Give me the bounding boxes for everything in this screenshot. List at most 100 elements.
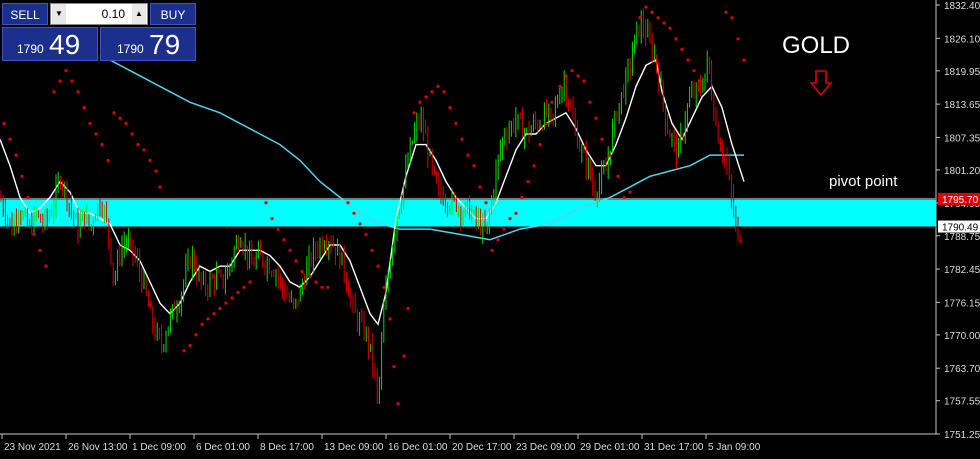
y-tick-label: 1819.95 — [944, 67, 980, 78]
lot-increase-icon[interactable]: ▲ — [132, 4, 146, 24]
sar-dot — [326, 285, 330, 289]
y-tick-label: 1763.70 — [944, 364, 980, 375]
sar-dot — [20, 174, 24, 178]
x-tick-label: 8 Dec 17:00 — [260, 442, 314, 453]
sar-dot — [544, 121, 548, 126]
sar-dot — [650, 10, 654, 15]
down-arrow-icon — [810, 70, 832, 96]
buy-button[interactable]: BUY — [150, 3, 196, 25]
bid-price-pips: 49 — [49, 29, 81, 60]
chart-background — [0, 0, 980, 459]
ask-price-button[interactable]: 1790 79 — [100, 27, 196, 61]
sar-dot — [484, 201, 488, 205]
lot-decrease-icon[interactable]: ▼ — [52, 4, 66, 24]
sar-dot — [628, 190, 632, 194]
pivot-point-label: pivot point — [829, 173, 898, 190]
sar-dot — [424, 95, 428, 99]
sar-dot — [644, 5, 648, 9]
sar-dot — [2, 121, 6, 126]
sar-dot — [300, 269, 304, 274]
y-tick-label: 1776.15 — [944, 298, 980, 309]
sar-dot — [64, 68, 68, 73]
x-tick-label: 20 Dec 17:00 — [452, 442, 512, 453]
sar-dot — [564, 74, 568, 78]
sar-dot — [182, 349, 186, 353]
x-tick-label: 6 Dec 01:00 — [196, 442, 250, 453]
sar-dot — [14, 153, 18, 157]
x-tick-label: 1 Dec 09:00 — [132, 442, 186, 453]
sar-dot — [402, 354, 406, 358]
sar-dot — [600, 137, 604, 141]
sar-dot — [594, 116, 598, 120]
sar-dot — [478, 185, 482, 189]
sar-dot — [466, 153, 470, 157]
sar-dot — [442, 90, 446, 94]
sar-dot — [550, 100, 554, 104]
bid-price-button[interactable]: 1790 49 — [2, 27, 98, 61]
chart-area[interactable] — [0, 0, 980, 459]
sar-dot — [430, 90, 434, 94]
lot-size-input[interactable] — [67, 5, 129, 23]
sar-dot — [638, 16, 642, 20]
sar-dot — [308, 275, 312, 279]
sar-dot — [622, 195, 626, 200]
sar-dot — [370, 248, 374, 252]
sar-dot — [52, 90, 56, 94]
sar-dot — [294, 259, 298, 263]
sar-dot — [26, 195, 30, 200]
sar-dot — [608, 153, 612, 157]
sar-dot — [364, 232, 368, 237]
sar-dot — [124, 121, 128, 126]
sar-dot — [520, 195, 524, 200]
sar-dot — [8, 137, 12, 141]
sar-dot — [472, 164, 476, 168]
sar-dot — [412, 111, 416, 115]
sar-dot — [496, 238, 500, 242]
sar-dot — [692, 68, 696, 73]
sar-dot — [118, 116, 122, 120]
sar-dot — [264, 201, 268, 205]
sar-dot — [32, 232, 36, 237]
x-tick-label: 29 Dec 01:00 — [580, 442, 640, 453]
sar-dot — [392, 364, 396, 369]
pivot-zone-band — [0, 197, 936, 227]
x-tick-label: 16 Dec 01:00 — [388, 442, 448, 453]
sar-dot — [242, 285, 246, 289]
sell-button[interactable]: SELL — [2, 3, 48, 25]
sar-dot — [188, 343, 192, 348]
x-tick-label: 5 Jan 09:00 — [708, 442, 761, 453]
sar-dot — [130, 132, 134, 136]
bid-price-prefix: 1790 — [17, 42, 44, 56]
sar-dot — [724, 10, 728, 15]
sar-dot — [588, 100, 592, 104]
pivot-zone-layer — [0, 197, 936, 227]
x-tick-label: 23 Nov 2021 — [4, 442, 61, 453]
sar-dot — [396, 402, 400, 406]
sar-dot — [148, 158, 152, 163]
sar-dot — [558, 84, 562, 89]
sar-dot — [212, 312, 216, 316]
sar-dot — [218, 306, 222, 311]
sar-dot — [680, 47, 684, 52]
y-tick-label: 1782.45 — [944, 265, 980, 276]
ask-price-pips: 79 — [149, 29, 181, 60]
price-chart[interactable]: 1832.40 1826.10 1819.95 1813.65 1807.35 1801.… — [0, 0, 980, 459]
sar-dot — [736, 37, 740, 41]
lot-size-control: ▼ ▲ — [50, 3, 148, 25]
sar-dot — [582, 79, 586, 83]
sar-dot — [448, 105, 452, 110]
sar-dot — [76, 90, 80, 94]
sar-dot — [224, 301, 228, 305]
sar-dot — [248, 280, 252, 284]
chart-symbol-title: GOLD — [782, 32, 851, 59]
sar-dot — [282, 238, 286, 242]
sar-dot — [270, 216, 274, 221]
sar-dot — [436, 84, 440, 89]
sar-dot — [532, 164, 536, 168]
x-tick-label: 31 Dec 17:00 — [644, 442, 704, 453]
x-tick-label: 13 Dec 09:00 — [324, 442, 384, 453]
sar-dot — [454, 121, 458, 126]
sar-dot — [418, 100, 422, 104]
sar-dot — [508, 216, 512, 221]
current-price-label: 1790.49 — [942, 223, 979, 234]
